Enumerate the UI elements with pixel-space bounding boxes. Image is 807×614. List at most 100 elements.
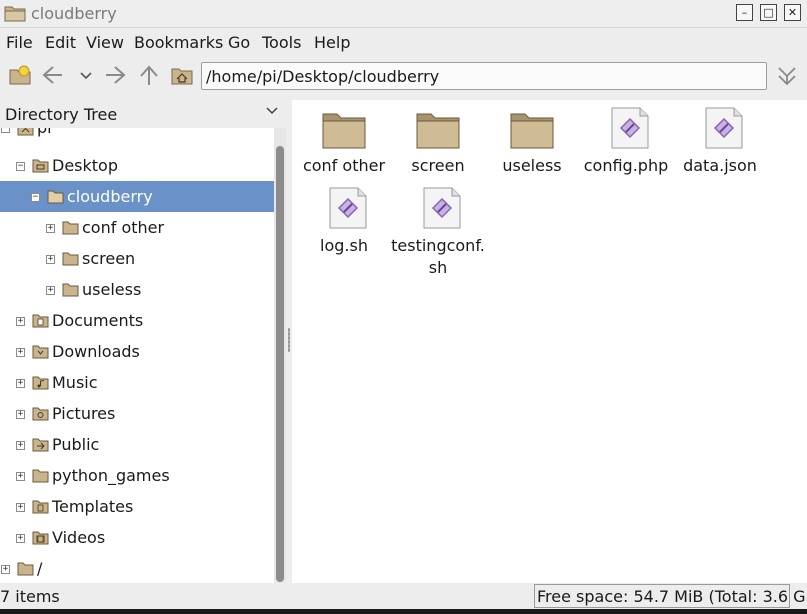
file-label: screen: [411, 156, 465, 175]
minimize-button[interactable]: –: [736, 4, 753, 21]
tree-item-label: Downloads: [52, 342, 140, 361]
collapse-icon[interactable]: −: [31, 193, 40, 202]
folder-icon: [47, 190, 64, 204]
desktop-folder-icon: [32, 159, 49, 173]
tree-item-label: pi: [37, 128, 52, 137]
window-title: cloudberry: [31, 4, 117, 23]
tree-item-python-games[interactable]: + python_games: [0, 460, 274, 491]
expand-icon[interactable]: +: [46, 255, 55, 264]
expand-icon[interactable]: +: [16, 410, 25, 419]
tree-item-label: /: [37, 559, 43, 578]
tree-item-label: python_games: [52, 466, 170, 485]
chevron-down-icon[interactable]: [266, 106, 278, 116]
item-count: 7 items: [0, 587, 60, 606]
tree-item-templates[interactable]: + Templates: [0, 491, 274, 522]
tree-item-label: Public: [52, 435, 100, 454]
file-label: data.json: [683, 156, 757, 175]
templates-folder-icon: [32, 500, 49, 514]
up-icon[interactable]: [137, 63, 161, 87]
tree-item-documents[interactable]: + Documents: [0, 305, 274, 336]
expand-icon[interactable]: +: [46, 224, 55, 233]
tree-item-label: Documents: [52, 311, 144, 330]
expand-icon[interactable]: +: [16, 472, 25, 481]
close-button[interactable]: ✕: [784, 4, 801, 21]
tree-item-conf-other[interactable]: + conf other: [0, 212, 274, 243]
menu-tools[interactable]: Tools: [262, 33, 301, 52]
file-label: config.php: [583, 156, 669, 175]
maximize-button[interactable]: □: [760, 4, 777, 21]
tree-item-root[interactable]: + /: [0, 553, 274, 583]
folder-icon: [62, 283, 79, 297]
tree-scrollbar-thumb[interactable]: [276, 146, 284, 582]
expand-icon[interactable]: +: [46, 286, 55, 295]
tree-item-label: Music: [52, 373, 98, 392]
tree-item-useless[interactable]: + useless: [0, 274, 274, 305]
file-view: conf other screen useless config.php dat…: [292, 100, 807, 583]
tree-item-videos[interactable]: + Videos: [0, 522, 274, 553]
videos-folder-icon: [32, 531, 49, 545]
tree-item-desktop[interactable]: − Desktop: [0, 150, 274, 181]
directory-tree: − pi − Desktop − cloudberry + conf other…: [0, 128, 274, 583]
collapse-icon[interactable]: −: [16, 162, 25, 171]
tree-item-label: screen: [82, 249, 136, 268]
public-folder-icon: [32, 438, 49, 452]
folder-icon: [4, 6, 26, 22]
home-folder-icon: [17, 128, 34, 136]
tree-item-label: useless: [82, 280, 142, 299]
root-folder-icon: [17, 562, 34, 576]
sidebar-header-label: Directory Tree: [5, 105, 118, 124]
tree-item-label: conf other: [82, 218, 165, 237]
script-file-icon: [705, 107, 743, 149]
free-space: Free space: 54.7 MiB (Total: 3.6 GiB): [534, 584, 807, 608]
script-file-icon: [611, 107, 649, 149]
title-bar: cloudberry – □ ✕: [0, 0, 807, 28]
sidebar-header[interactable]: Directory Tree: [0, 100, 286, 128]
menu-help[interactable]: Help: [314, 33, 350, 52]
tree-item-cloudberry[interactable]: − cloudberry: [0, 181, 274, 212]
menu-bar: File Edit View Bookmarks Go Tools Help: [0, 28, 807, 56]
tree-item-label: Videos: [52, 528, 106, 547]
tree-item-pictures[interactable]: + Pictures: [0, 398, 274, 429]
window-border: [0, 609, 807, 614]
collapse-icon[interactable]: −: [1, 128, 10, 133]
menu-go[interactable]: Go: [228, 33, 250, 52]
expand-icon[interactable]: +: [16, 534, 25, 543]
folder-icon: [32, 469, 49, 483]
tree-item-downloads[interactable]: + Downloads: [0, 336, 274, 367]
tree-item-label: Templates: [52, 497, 134, 516]
expand-icon[interactable]: +: [16, 503, 25, 512]
expand-icon[interactable]: +: [16, 348, 25, 357]
folder-icon: [62, 221, 79, 235]
expand-icon[interactable]: +: [1, 565, 10, 574]
expand-icon[interactable]: +: [16, 379, 25, 388]
script-file-icon: [329, 187, 367, 229]
history-dropdown-icon[interactable]: [74, 63, 98, 87]
menu-edit[interactable]: Edit: [45, 33, 76, 52]
folder-icon: [510, 113, 554, 149]
downloads-folder-icon: [32, 345, 49, 359]
folder-icon: [62, 252, 79, 266]
pictures-folder-icon: [32, 407, 49, 421]
menu-file[interactable]: File: [6, 33, 33, 52]
file-label: testingconf. sh: [391, 236, 485, 277]
path-input[interactable]: /home/pi/Desktop/cloudberry: [201, 62, 767, 90]
tree-item-pi[interactable]: − pi: [0, 128, 274, 143]
tree-item-label: Pictures: [52, 404, 116, 423]
forward-icon[interactable]: [103, 63, 127, 87]
tree-item-music[interactable]: + Music: [0, 367, 274, 398]
tree-item-screen[interactable]: + screen: [0, 243, 274, 274]
menu-view[interactable]: View: [86, 33, 124, 52]
new-window-icon[interactable]: [8, 63, 32, 87]
documents-folder-icon: [32, 314, 49, 328]
expand-icon[interactable]: +: [16, 317, 25, 326]
go-icon[interactable]: [775, 64, 799, 88]
expand-icon[interactable]: +: [16, 441, 25, 450]
file-label: log.sh: [320, 236, 368, 255]
home-icon[interactable]: [170, 63, 194, 87]
file-label: conf other: [302, 156, 386, 175]
back-icon[interactable]: [41, 63, 65, 87]
splitter-grip: [288, 328, 290, 352]
menu-bookmarks[interactable]: Bookmarks: [134, 33, 223, 52]
tree-item-label: cloudberry: [67, 187, 153, 206]
tree-item-public[interactable]: + Public: [0, 429, 274, 460]
